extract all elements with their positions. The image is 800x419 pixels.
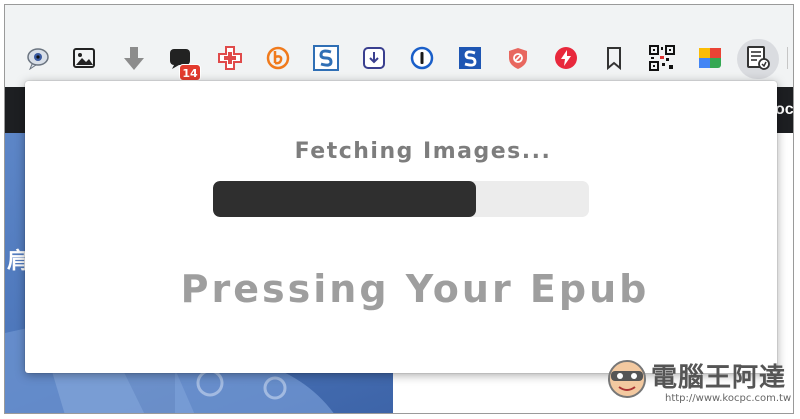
- color-palette-icon[interactable]: [697, 45, 723, 71]
- lightning-icon[interactable]: [553, 45, 579, 71]
- mascot-logo-icon: [608, 360, 646, 398]
- watermark-url: http://www.kocpc.com.tw: [665, 393, 792, 404]
- s-square-icon[interactable]: [457, 45, 483, 71]
- one-password-icon[interactable]: [409, 45, 435, 71]
- medical-cross-icon[interactable]: [217, 45, 243, 71]
- b-circle-icon[interactable]: [265, 45, 291, 71]
- bookmark-icon[interactable]: [601, 45, 627, 71]
- watermark: 電腦王阿達 http://www.kocpc.com.tw: [605, 355, 793, 413]
- image-icon[interactable]: [71, 45, 97, 71]
- s-logo-icon[interactable]: [313, 45, 339, 71]
- screenshot-frame: 14 oc 肩 Fetching Images... Pressing Your…: [4, 4, 794, 414]
- download-box-icon[interactable]: [361, 45, 387, 71]
- popup-title: Pressing Your Epub: [180, 267, 650, 311]
- epub-press-popup: Fetching Images... Pressing Your Epub: [25, 81, 777, 373]
- watermark-name: 電腦王阿達: [651, 363, 787, 393]
- page-header-text: ock: [775, 101, 794, 118]
- speech-bubble-eye-icon[interactable]: [25, 45, 51, 71]
- notification-badge: 14: [179, 64, 201, 81]
- progress-bar: [213, 181, 589, 217]
- browser-toolbar: 14: [5, 5, 793, 87]
- progress-bar-fill: [213, 181, 477, 217]
- status-text: Fetching Images...: [294, 139, 552, 164]
- qr-code-icon[interactable]: [649, 45, 675, 71]
- shield-block-icon[interactable]: [505, 45, 531, 71]
- download-arrow-icon[interactable]: [121, 45, 147, 71]
- epub-press-icon[interactable]: [745, 45, 771, 71]
- toolbar-separator: [787, 47, 788, 69]
